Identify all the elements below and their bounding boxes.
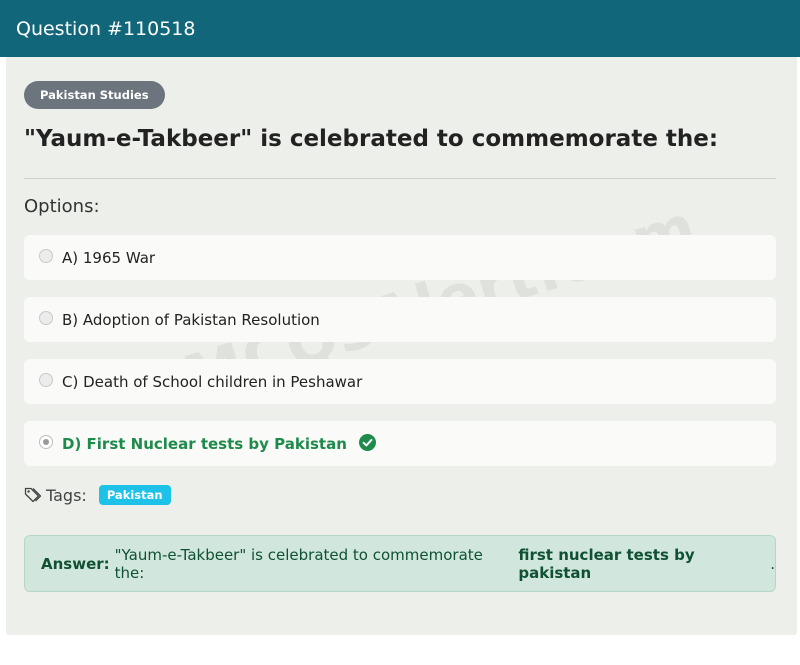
option-c-radio[interactable] [39, 372, 53, 387]
category-badge[interactable]: Pakistan Studies [24, 81, 165, 109]
options-heading: Options: [24, 196, 100, 217]
divider [24, 178, 776, 179]
question-title: Question #110518 [16, 17, 196, 40]
answer-prefix: Answer: [41, 554, 110, 573]
option-d-label: D) First Nuclear tests by Pakistan [62, 434, 347, 453]
category-label: Pakistan Studies [40, 88, 149, 102]
question-card: MCQsAlert.com Pakistan Studies "Yaum-e-T… [6, 57, 797, 635]
option-a[interactable]: A) 1965 War [24, 235, 776, 280]
tags-icon [24, 486, 42, 504]
question-text: "Yaum-e-Takbeer" is celebrated to commem… [24, 126, 719, 152]
tag-pakistan[interactable]: Pakistan [98, 485, 171, 505]
answer-box: Answer: "Yaum-e-Takbeer" is celebrated t… [24, 535, 776, 592]
option-c[interactable]: C) Death of School children in Peshawar [24, 359, 776, 404]
tags-row: Tags: Pakistan [24, 485, 171, 505]
option-a-radio[interactable] [39, 248, 53, 263]
option-b[interactable]: B) Adoption of Pakistan Resolution [24, 297, 776, 342]
check-circle-icon [358, 434, 376, 451]
option-a-label: A) 1965 War [62, 248, 156, 267]
option-c-label: C) Death of School children in Peshawar [62, 372, 363, 391]
option-d[interactable]: D) First Nuclear tests by Pakistan [24, 421, 776, 466]
option-d-radio[interactable] [39, 434, 53, 449]
answer-question: "Yaum-e-Takbeer" is celebrated to commem… [114, 545, 483, 582]
answer-text: first nuclear tests by pakistan [518, 545, 695, 582]
answer-suffix: . [770, 554, 775, 573]
page: Question #110518 MCQsAlert.com Pakistan … [0, 0, 800, 665]
tags-label: Tags: [46, 485, 87, 505]
option-b-radio[interactable] [39, 310, 53, 325]
question-header: Question #110518 [0, 0, 800, 57]
option-b-label: B) Adoption of Pakistan Resolution [62, 310, 320, 329]
